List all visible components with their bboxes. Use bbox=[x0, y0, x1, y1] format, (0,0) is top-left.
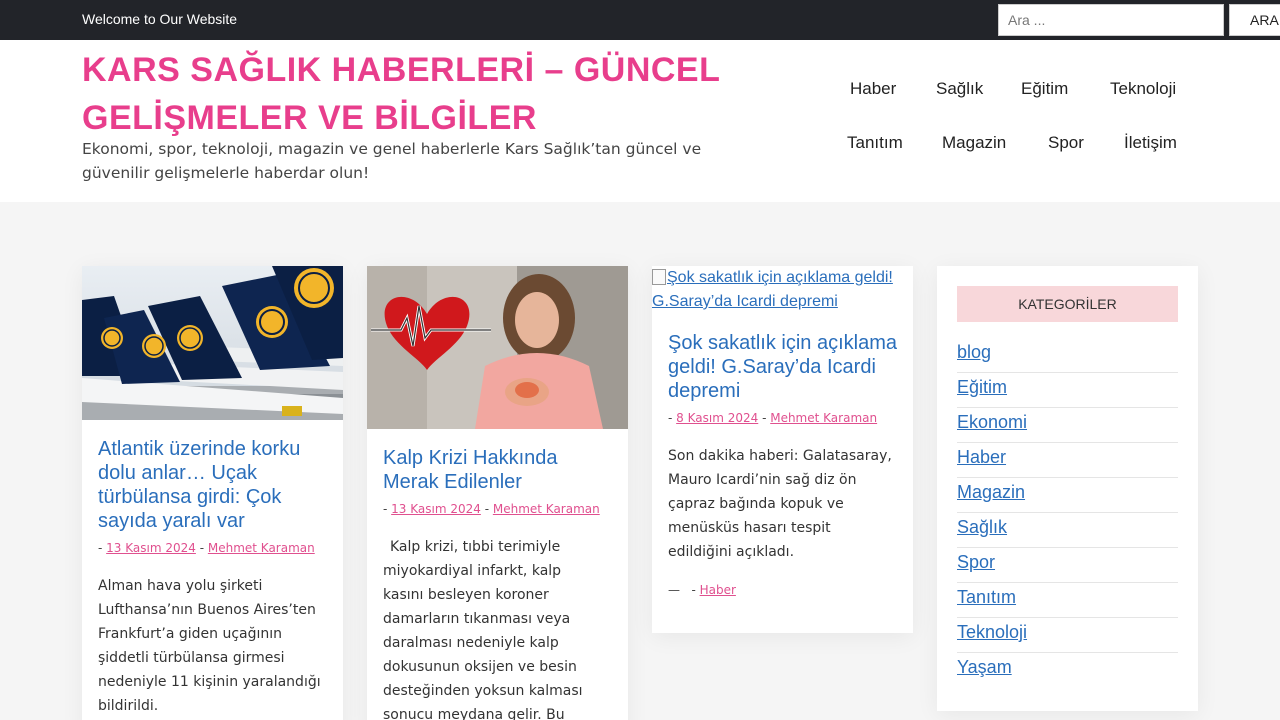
nav-item-egitim[interactable]: Eğitim bbox=[1021, 79, 1068, 99]
post-category-link[interactable]: Haber bbox=[700, 583, 736, 597]
list-item: Eğitim bbox=[957, 373, 1178, 408]
nav-item-haber[interactable]: Haber bbox=[850, 79, 896, 99]
post-excerpt: Kalp krizi, tıbbi terimiyle miyokardiyal… bbox=[383, 539, 583, 720]
list-item: Haber bbox=[957, 443, 1178, 478]
list-item: blog bbox=[957, 338, 1178, 373]
post-image-heart[interactable] bbox=[367, 266, 628, 429]
post-title-link[interactable]: Kalp Krizi Hakkında Merak Edilenler bbox=[383, 446, 613, 494]
list-item: Tanıtım bbox=[957, 583, 1178, 618]
category-link-spor[interactable]: Spor bbox=[957, 548, 1178, 573]
category-link-blog[interactable]: blog bbox=[957, 338, 1178, 363]
site-description: Ekonomi, spor, teknoloji, magazin ve gen… bbox=[82, 140, 702, 182]
nav-item-iletisim[interactable]: İletişim bbox=[1124, 133, 1177, 153]
post-title-link[interactable]: Şok sakatlık için açıklama geldi! G.Sara… bbox=[668, 331, 903, 403]
category-link-tanitim[interactable]: Tanıtım bbox=[957, 583, 1178, 608]
list-item: Teknoloji bbox=[957, 618, 1178, 653]
list-item: Sağlık bbox=[957, 513, 1178, 548]
category-link-yasam[interactable]: Yaşam bbox=[957, 653, 1178, 678]
post-meta: - 13 Kasım 2024 - Mehmet Karaman bbox=[98, 541, 315, 555]
nav-item-teknoloji[interactable]: Teknoloji bbox=[1110, 79, 1176, 99]
sidebar-categories-widget: KATEGORİLER blog Eğitim Ekonomi Haber Ma… bbox=[937, 266, 1198, 711]
widget-title: KATEGORİLER bbox=[957, 286, 1178, 322]
category-list: blog Eğitim Ekonomi Haber Magazin Sağlık… bbox=[957, 338, 1178, 688]
post-date-link[interactable]: 13 Kasım 2024 bbox=[391, 502, 481, 516]
post-author-link[interactable]: Mehmet Karaman bbox=[208, 541, 315, 555]
post-footer-meta: — - Haber bbox=[668, 583, 736, 597]
nav-item-saglik[interactable]: Sağlık bbox=[936, 79, 983, 99]
category-link-egitim[interactable]: Eğitim bbox=[957, 373, 1178, 398]
post-meta: - 13 Kasım 2024 - Mehmet Karaman bbox=[383, 502, 600, 516]
post-card: Atlantik üzerinde korku dolu anlar… Uçak… bbox=[82, 266, 343, 720]
post-card: Kalp Krizi Hakkında Merak Edilenler - 13… bbox=[367, 266, 628, 720]
search-button[interactable]: ARA bbox=[1229, 4, 1280, 36]
category-link-teknoloji[interactable]: Teknoloji bbox=[957, 618, 1178, 643]
category-link-ekonomi[interactable]: Ekonomi bbox=[957, 408, 1178, 433]
post-date-link[interactable]: 13 Kasım 2024 bbox=[106, 541, 196, 555]
post-author-link[interactable]: Mehmet Karaman bbox=[493, 502, 600, 516]
list-item: Yaşam bbox=[957, 653, 1178, 688]
post-excerpt: Alman hava yolu şirketi Lufthansa’nın Bu… bbox=[98, 578, 321, 714]
post-image-broken-link[interactable]: Şok sakatlık için açıklama geldi! G.Sara… bbox=[652, 266, 913, 314]
site-title[interactable]: KARS SAĞLIK HABERLERİ – GÜNCEL GELİŞMELE… bbox=[82, 46, 722, 142]
category-link-haber[interactable]: Haber bbox=[957, 443, 1178, 468]
separator-dash: — bbox=[668, 583, 680, 597]
post-title-link[interactable]: Atlantik üzerinde korku dolu anlar… Uçak… bbox=[98, 437, 328, 533]
airplanes-illustration bbox=[82, 266, 343, 420]
post-author-link[interactable]: Mehmet Karaman bbox=[770, 411, 877, 425]
post-card: Şok sakatlık için açıklama geldi! G.Sara… bbox=[652, 266, 913, 633]
broken-image-icon bbox=[652, 269, 666, 285]
post-meta: - 8 Kasım 2024 - Mehmet Karaman bbox=[668, 411, 878, 425]
list-item: Magazin bbox=[957, 478, 1178, 513]
category-link-saglik[interactable]: Sağlık bbox=[957, 513, 1178, 538]
site-header: KARS SAĞLIK HABERLERİ – GÜNCEL GELİŞMELE… bbox=[0, 40, 1280, 202]
heart-attack-illustration bbox=[367, 266, 628, 429]
category-link-magazin[interactable]: Magazin bbox=[957, 478, 1178, 503]
post-date-link[interactable]: 8 Kasım 2024 bbox=[676, 411, 758, 425]
post-image-airplanes[interactable] bbox=[82, 266, 343, 420]
welcome-text: Welcome to Our Website bbox=[82, 11, 238, 27]
nav-item-magazin[interactable]: Magazin bbox=[942, 133, 1006, 153]
image-alt-text: Şok sakatlık için açıklama geldi! G.Sara… bbox=[652, 269, 893, 310]
nav-item-spor[interactable]: Spor bbox=[1048, 133, 1084, 153]
nav-item-tanitim[interactable]: Tanıtım bbox=[847, 133, 903, 153]
list-item: Spor bbox=[957, 548, 1178, 583]
list-item: Ekonomi bbox=[957, 408, 1178, 443]
post-excerpt: Son dakika haberi: Galatasaray, Mauro Ic… bbox=[668, 448, 892, 560]
search-input[interactable] bbox=[998, 4, 1224, 36]
top-bar: Welcome to Our Website ARA bbox=[0, 0, 1280, 40]
